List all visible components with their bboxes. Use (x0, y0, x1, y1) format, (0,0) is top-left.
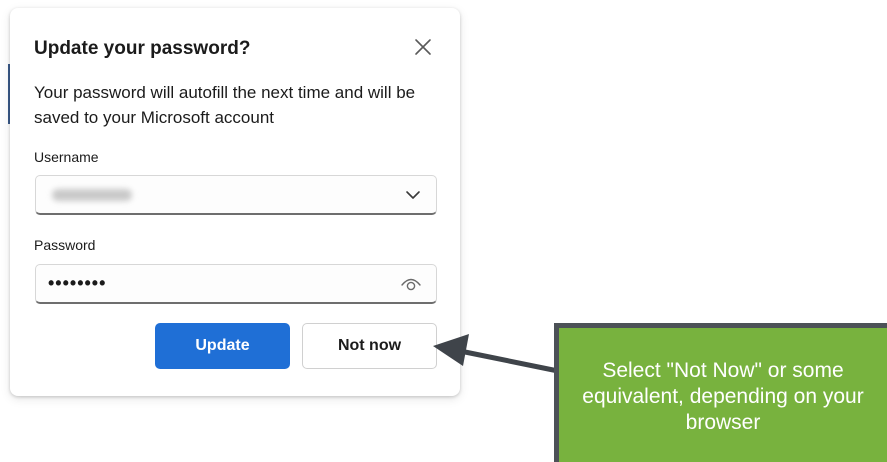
username-dropdown[interactable] (35, 175, 437, 215)
username-label: Username (34, 149, 99, 165)
chevron-down-icon[interactable] (404, 186, 422, 204)
update-button[interactable]: Update (155, 323, 290, 369)
dialog-title: Update your password? (34, 38, 251, 59)
password-label: Password (34, 237, 96, 253)
password-field[interactable]: •••••••• (35, 264, 437, 304)
not-now-button[interactable]: Not now (302, 323, 437, 369)
callout-arrow (433, 334, 565, 375)
password-value: •••••••• (48, 273, 107, 293)
eye-icon[interactable] (400, 275, 422, 293)
username-value-blurred (52, 189, 132, 201)
close-icon[interactable] (410, 34, 436, 60)
instruction-callout: Select "Not Now" or some equivalent, dep… (554, 323, 887, 462)
password-update-dialog: Update your password? Your password will… (10, 8, 460, 396)
dialog-description: Your password will autofill the next tim… (34, 83, 416, 127)
